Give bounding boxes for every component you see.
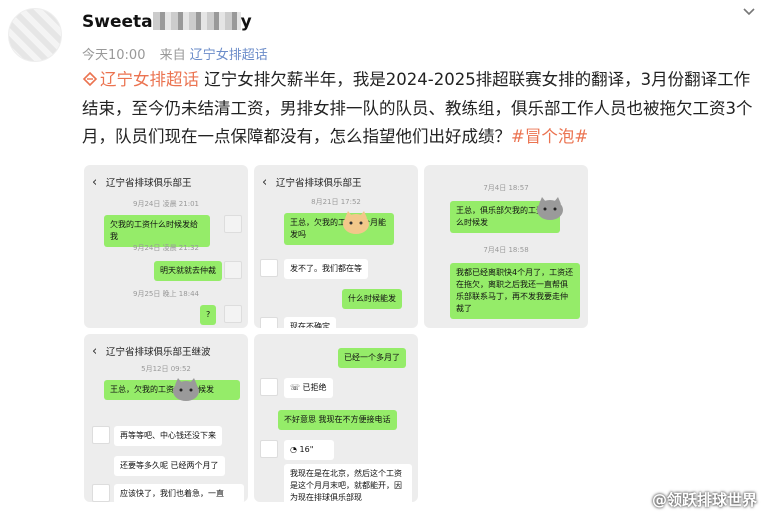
chat-bubble: 应该快了，我们也着急，一直: [114, 484, 244, 502]
chat-screenshot-4[interactable]: ‹ 辽宁省排球俱乐部王继波 5月12日 09:52 王总，欠我的工资什么时候发 再…: [84, 334, 248, 502]
phone-icon: ☏: [290, 383, 303, 392]
club-avatar: [260, 259, 278, 277]
hashtag-link[interactable]: #冒个泡#: [511, 127, 588, 146]
club-avatar: [260, 317, 278, 328]
my-avatar: [224, 305, 242, 323]
chat-bubble: 发不了。我们都在等: [284, 259, 368, 279]
my-avatar: [224, 261, 242, 279]
chat-bubble: 不好意思 我现在不方便接电话: [278, 410, 397, 430]
chat-screenshot-1[interactable]: ‹ 辽宁省排球俱乐部王 9月24日 凌晨 21:01 欠我的工资什么时候发给我 9…: [84, 165, 248, 328]
super-topic-icon: [82, 71, 98, 87]
post-time: 今天10:00: [82, 48, 146, 63]
chat-bubble: 我都已经离职快4个月了，工资还在拖欠，离职之后我还一直帮俱乐部联系马丁，再不发我…: [450, 263, 580, 319]
my-avatar: [224, 215, 242, 233]
club-avatar: [260, 440, 278, 458]
chat-header: ‹ 辽宁省排球俱乐部王: [92, 174, 192, 190]
user-avatar[interactable]: [8, 8, 62, 62]
cat-sticker-icon: [173, 378, 199, 401]
name-mosaic: [152, 12, 241, 30]
topic-link[interactable]: 辽宁女排超话: [82, 70, 199, 89]
back-arrow-icon: ‹: [92, 174, 98, 190]
chevron-down-icon[interactable]: [741, 4, 757, 20]
chat-screenshot-3[interactable]: 7月4日 18:57 王总，俱乐部欠我的工资什么时候发 7月4日 18:58 我…: [424, 165, 588, 328]
voice-icon: ◔: [290, 445, 300, 454]
chat-screenshot-5[interactable]: 已经一个多月了 ☏ 已拒绝 不好意思 我现在不方便接电话 ◔ 16" 我现在是在…: [254, 334, 418, 502]
voice-message[interactable]: ◔ 16": [284, 440, 334, 460]
chat-bubble: ?: [200, 305, 217, 325]
call-declined: ☏ 已拒绝: [284, 378, 333, 398]
cat-sticker-icon: [343, 211, 369, 234]
username[interactable]: Sweeta y: [82, 12, 252, 32]
chat-bubble: 明天就就去仲裁: [154, 261, 222, 281]
back-arrow-icon: ‹: [92, 343, 98, 359]
chat-bubble: 已经一个多月了: [338, 348, 406, 368]
chat-header: ‹ 辽宁省排球俱乐部王: [262, 174, 362, 190]
chat-bubble: 再等等吧、中心钱还没下来: [114, 426, 222, 446]
cat-sticker-icon: [537, 197, 563, 220]
chat-bubble: 我现在是在北京，然后这个工资是这个月月末吧，就都能开，因为现在排球俱乐部现: [284, 464, 412, 502]
post-meta: 今天10:00 来自 辽宁女排超话: [82, 48, 268, 63]
chat-bubble: 现在不确定: [284, 317, 336, 328]
chat-screenshot-2[interactable]: ‹ 辽宁省排球俱乐部王 8月21日 17:52 王总，欠我的工资这个月能发吗 发不…: [254, 165, 418, 328]
watermark: @领跃排球世界: [651, 491, 757, 509]
chat-header: ‹ 辽宁省排球俱乐部王继波: [92, 343, 211, 359]
club-avatar: [92, 484, 110, 502]
chat-bubble: 王总，欠我的工资这个月能发吗: [284, 213, 394, 245]
chat-bubble: 还要等多久呢 已经两个月了: [114, 456, 225, 476]
post-body: 辽宁女排超话 辽宁女排欠薪半年，我是2024-2025排超联赛女排的翻译，3月份…: [82, 70, 753, 146]
chat-bubble: 什么时候能发: [342, 289, 402, 309]
source-link[interactable]: 辽宁女排超话: [190, 48, 268, 63]
club-avatar: [92, 426, 110, 444]
club-avatar: [260, 378, 278, 396]
back-arrow-icon: ‹: [262, 174, 268, 190]
